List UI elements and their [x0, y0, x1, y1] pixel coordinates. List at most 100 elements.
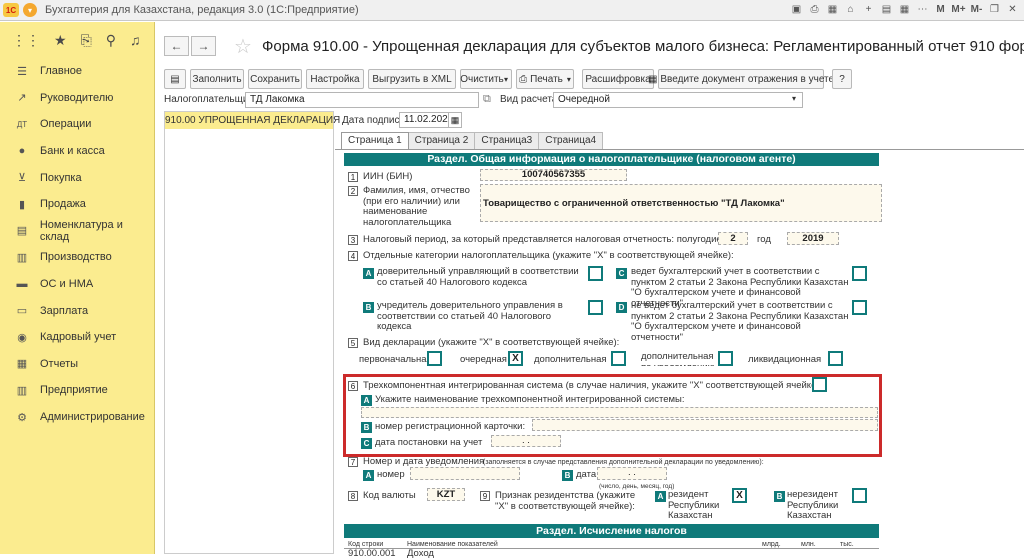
f6-b-letter: B — [361, 422, 372, 433]
sidebar-item-label: Номенклатура и склад — [39, 218, 123, 243]
sidebar-item-1[interactable]: ↗ Руководителю — [0, 85, 154, 112]
taxpayer-field[interactable]: ТД Лакомка — [245, 92, 479, 108]
decode-button[interactable]: Расшифровка — [582, 69, 654, 89]
save-icon[interactable]: ▣ — [789, 2, 804, 17]
f5-regular-checkbox[interactable]: X — [508, 351, 523, 366]
open-icon[interactable]: ⧉ — [483, 93, 491, 106]
sidebar-item-5[interactable]: ▮ Продажа — [0, 191, 154, 218]
f9-resident-checkbox[interactable]: X — [732, 488, 747, 503]
settings-button[interactable]: Настройка — [306, 69, 364, 89]
currency-code-field[interactable]: KZT — [427, 488, 465, 501]
f4-b-text: учредитель доверительного управления в с… — [377, 300, 563, 332]
f4-a-checkbox[interactable] — [588, 266, 603, 281]
f5-number: 5 — [348, 338, 358, 348]
form-icon-button[interactable]: ▤ — [164, 69, 186, 89]
f4-a-text: доверительный управляющий в соответствии… — [377, 266, 579, 288]
iin-field[interactable]: 100740567355 — [480, 169, 627, 181]
f5-primary-checkbox[interactable] — [427, 351, 442, 366]
f9-number: 9 — [480, 491, 490, 501]
f6-checkbox[interactable] — [812, 377, 827, 392]
fill-button[interactable]: Заполнить — [190, 69, 244, 89]
sidebar-item-8[interactable]: ▬ ОС и НМА — [0, 271, 154, 298]
f4-b-checkbox[interactable] — [588, 300, 603, 315]
print-button[interactable]: ⎙ Печать ▾ — [516, 69, 574, 89]
restore-icon[interactable]: ❐ — [987, 2, 1002, 17]
f6-reg-date-field[interactable]: . . — [491, 435, 561, 447]
f5-additional-notice-checkbox[interactable] — [718, 351, 733, 366]
tab-page-4[interactable]: Страница4 — [538, 132, 604, 149]
help-button[interactable]: ? — [832, 69, 852, 89]
sidebar-menu: ☰ Главное ↗ Руководителю ДТ Операции ● Банк и к… — [0, 58, 154, 430]
grid-icon[interactable]: ▦ — [897, 2, 912, 17]
f4-number: 4 — [348, 251, 358, 261]
f7-date-label: дата — [576, 469, 597, 480]
home-icon[interactable]: ⌂ — [843, 2, 858, 17]
sidebar-item-12[interactable]: ▥ Предприятие — [0, 377, 154, 404]
f4-a-letter: A — [363, 268, 374, 279]
favorite-star-icon[interactable]: ☆ — [234, 34, 252, 59]
sign-date-field[interactable]: 11.02.2020 — [399, 112, 449, 128]
calendar-icon[interactable]: ▦ — [448, 112, 462, 128]
close-icon[interactable]: ✕ — [1005, 2, 1020, 17]
f1-number: 1 — [348, 172, 358, 182]
bell-icon[interactable]: ♫ — [130, 32, 141, 48]
year-field[interactable]: 2019 — [787, 232, 839, 245]
apps-icon[interactable]: ⋮⋮ — [12, 32, 40, 49]
tab-page-1[interactable]: Страница 1 — [341, 132, 409, 149]
back-button[interactable]: ← — [164, 36, 189, 56]
memory-m-icon[interactable]: M — [933, 2, 948, 17]
table-row-name: Доход — [407, 548, 434, 559]
enter-document-button[interactable]: ▦ Введите документ отражения в учете — [648, 69, 834, 89]
tab-page-3[interactable]: Страница3 — [474, 132, 540, 149]
history-icon[interactable]: ⎘ — [81, 32, 92, 49]
memory-mplus-icon[interactable]: M+ — [951, 2, 966, 17]
main-menu-icon[interactable]: ▾ — [23, 3, 37, 17]
f6-system-name-field[interactable] — [361, 407, 878, 418]
tab-page-2[interactable]: Страница 2 — [407, 132, 476, 149]
f7-b-letter: B — [562, 470, 573, 481]
calc-type-label: Вид расчета: — [500, 94, 561, 105]
star-icon[interactable]: ★ — [54, 32, 67, 49]
title-bar: 1С ▾ Бухгалтерия для Казахстана, редакци… — [0, 0, 1024, 21]
clear-button[interactable]: Очистить ▾ — [460, 69, 512, 89]
save-button[interactable]: Сохранить — [248, 69, 302, 89]
calendar-icon[interactable]: ▤ — [879, 2, 894, 17]
f5-additional-checkbox[interactable] — [611, 351, 626, 366]
sidebar-item-6[interactable]: ▤ Номенклатура и склад — [0, 218, 154, 245]
f6-c-letter: C — [361, 438, 372, 449]
more-icon[interactable]: ⋯ — [915, 2, 930, 17]
half-year-field[interactable]: 2 — [718, 232, 748, 245]
sidebar-item-2[interactable]: ДТ Операции — [0, 111, 154, 138]
export-xml-button[interactable]: Выгрузить в XML — [368, 69, 456, 89]
calc-type-select[interactable]: Очередной — [553, 92, 803, 108]
sidebar-item-label: Производство — [40, 251, 112, 264]
sidebar-item-7[interactable]: ▥ Производство — [0, 244, 154, 271]
chevron-down-icon[interactable]: ▾ — [792, 94, 796, 103]
taxpayer-name-field[interactable]: Товарищество с ограниченной ответственно… — [480, 184, 882, 222]
sidebar-item-13[interactable]: ⚙ Администрирование — [0, 404, 154, 431]
f5-liquidation-checkbox[interactable] — [828, 351, 843, 366]
f6-card-number-field[interactable] — [532, 419, 878, 431]
search-icon[interactable]: ⚲ — [106, 32, 116, 49]
grid-icon[interactable]: ▦ — [825, 2, 840, 17]
money-icon: ▭ — [16, 305, 28, 318]
tree-item-selected[interactable]: 910.00 УПРОЩЕННАЯ ДЕКЛАРАЦИЯ — [165, 112, 340, 129]
section2-header: Раздел. Исчисление налогов — [344, 524, 879, 538]
f7-number-field[interactable] — [410, 467, 520, 480]
forward-button[interactable]: → — [191, 36, 216, 56]
sidebar-item-4[interactable]: ⊻ Покупка — [0, 164, 154, 191]
sidebar-item-11[interactable]: ▦ Отчеты — [0, 351, 154, 378]
f7-date-field[interactable]: . . — [597, 467, 667, 480]
sidebar-item-3[interactable]: ● Банк и касса — [0, 138, 154, 165]
plus-icon[interactable]: + — [861, 2, 876, 17]
sidebar-item-9[interactable]: ▭ Зарплата — [0, 297, 154, 324]
sidebar-item-label: Отчеты — [40, 357, 79, 370]
print-icon[interactable]: ⎙ — [807, 2, 822, 17]
f5-primary-label: первоначальная — [359, 354, 432, 365]
f9-nonresident-checkbox[interactable] — [852, 488, 867, 503]
memory-mminus-icon[interactable]: M- — [969, 2, 984, 17]
f4-c-checkbox[interactable] — [852, 266, 867, 281]
sidebar-item-10[interactable]: ◉ Кадровый учет — [0, 324, 154, 351]
f4-d-checkbox[interactable] — [852, 300, 867, 315]
sidebar-item-0[interactable]: ☰ Главное — [0, 58, 154, 85]
